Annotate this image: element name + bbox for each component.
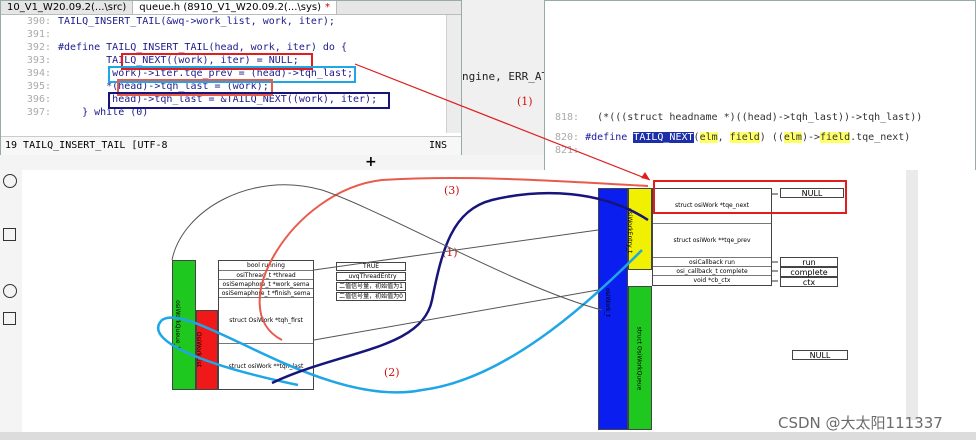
toolbar-strip	[0, 155, 544, 170]
diagram-canvas[interactable]: osiWorkQueue_t OsiWorkList bool running …	[22, 170, 976, 440]
line-number: 820:	[555, 132, 580, 143]
gray-line-3	[313, 289, 599, 341]
modified-mark: *	[324, 2, 330, 13]
line-gutter: 390: 391: 392: 393: 394: 395: 396: 397:	[1, 15, 53, 133]
bottom-bar	[0, 432, 976, 440]
gray-line-2	[313, 229, 599, 271]
shape-palette	[0, 170, 22, 440]
line-number: 392:	[26, 42, 51, 53]
tab-bar: 10_V1_W20.09.2(...\src) queue.h (8910_V1_…	[1, 1, 461, 15]
add-icon[interactable]: +	[365, 154, 377, 170]
line-number: 393:	[26, 55, 51, 66]
square-shape-icon[interactable]	[3, 228, 16, 241]
param-field: field	[729, 132, 760, 143]
code-text: .tqe_next)	[850, 132, 911, 143]
code-area[interactable]: 390: 391: 392: 393: 394: 395: 396: 397: …	[1, 15, 447, 133]
macro-name: TAILQ_NEXT	[633, 132, 694, 143]
line-number: 821:	[555, 145, 580, 156]
param-elm-2: elm	[783, 132, 802, 143]
status-right: INS	[428, 140, 447, 151]
navy-arrow	[271, 191, 649, 385]
code-line-818: 818: (*(((struct headname *)((head)->tqh…	[555, 111, 922, 124]
connector-lines	[156, 176, 778, 394]
background-text: ngine, ERR_AT_	[462, 70, 555, 83]
code-editor-main: 10_V1_W20.09.2(...\src) queue.h (8910_V1_…	[0, 0, 462, 155]
status-left: 19 TAILQ_INSERT_TAIL [UTF-8	[5, 140, 168, 151]
line-number: 818:	[555, 112, 580, 123]
param-field-2: field	[820, 132, 851, 143]
code-editor-secondary: 818: (*(((struct headname *)((head)->tqh…	[544, 0, 976, 182]
param-elm: elm	[699, 132, 718, 143]
line-number: 395:	[26, 81, 51, 92]
square-shape-icon-2[interactable]	[3, 312, 16, 325]
line-number: 391:	[26, 29, 51, 40]
line-number: 390:	[26, 16, 51, 27]
line-number: 394:	[26, 68, 51, 79]
code-line: TAILQ_INSERT_TAIL(&wq->work_list, work, …	[58, 16, 335, 27]
gray-line-1	[171, 184, 603, 311]
status-bar: 19 TAILQ_INSERT_TAIL [UTF-8 INS	[1, 136, 461, 155]
circle-shape-icon-2[interactable]	[3, 284, 17, 298]
line-number: 396:	[26, 94, 51, 105]
circle-shape-icon[interactable]	[3, 174, 17, 188]
tab-queue-h[interactable]: queue.h (8910_V1_W20.09.2(...\sys) *	[133, 1, 337, 14]
cyan-arrow	[156, 249, 643, 394]
code-line-820: 820: #define TAILQ_NEXT(elm, field) ((el…	[555, 132, 911, 143]
vertical-scrollbar[interactable]	[446, 15, 461, 133]
watermark: CSDN @大太阳111337	[778, 414, 943, 432]
line-number: 397:	[26, 107, 51, 118]
annotation-1: (1)	[517, 95, 533, 108]
tab-queue-h-label: queue.h (8910_V1_W20.09.2(...\sys)	[139, 2, 321, 13]
diagram-vscroll[interactable]	[906, 170, 918, 420]
tab-src[interactable]: 10_V1_W20.09.2(...\src)	[1, 1, 134, 14]
code-text: (*(((struct headname *)((head)->tqh_last…	[579, 112, 923, 123]
highlight-box-navy	[108, 92, 390, 109]
define-keyword: #define	[585, 132, 628, 143]
